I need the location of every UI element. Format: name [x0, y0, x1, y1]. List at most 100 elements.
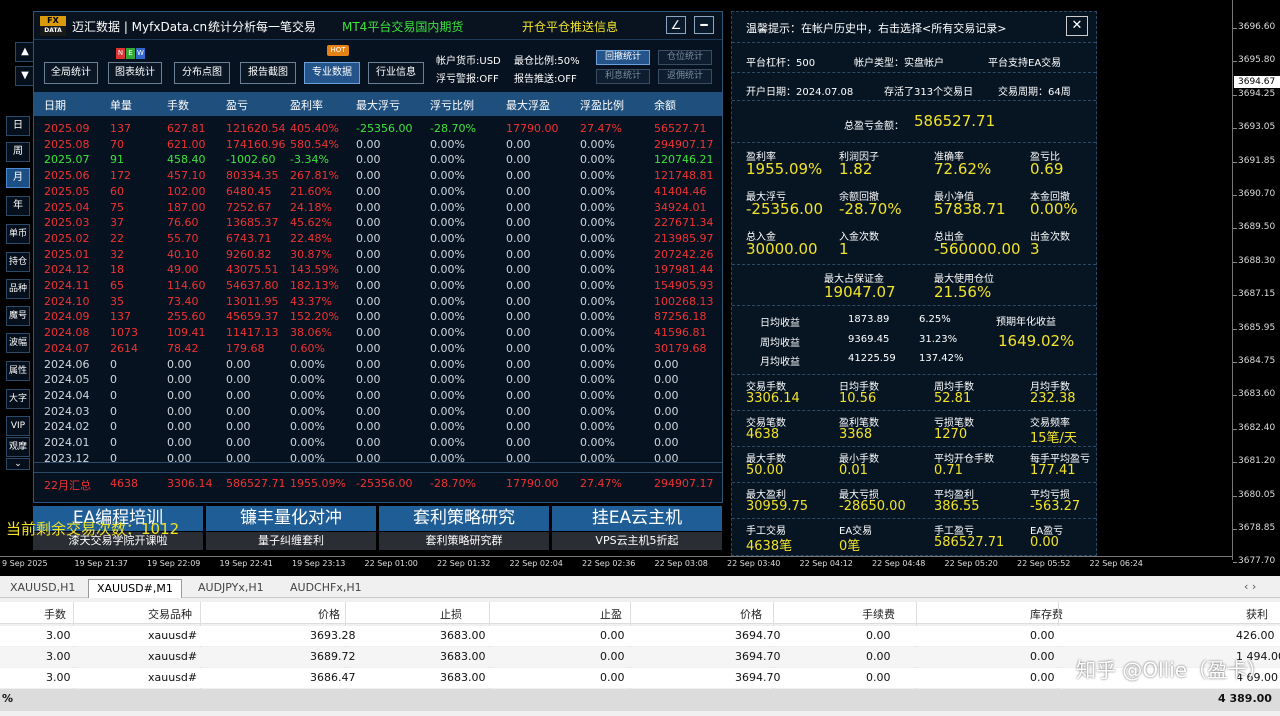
order-cell: xauusd#	[148, 629, 198, 642]
stat-value: -28.70%	[839, 200, 902, 218]
row-divider	[732, 446, 1096, 447]
float-loss-alert[interactable]: 浮亏警报:OFF	[436, 70, 499, 85]
earn-label: 月均收益	[760, 357, 800, 368]
table-cell: 17790.00	[506, 122, 559, 135]
table-cell: 2024.12	[44, 263, 90, 277]
report-push[interactable]: 报告推送:OFF	[514, 70, 577, 85]
table-total-row: 22月汇总 4638 3306.14 586527.71 1955.09% -25356.…	[34, 472, 722, 494]
tab-scroll-icons[interactable]: ‹ ›	[1244, 580, 1256, 593]
interest-stats-button[interactable]: 利息统计	[596, 69, 650, 84]
period-button-9[interactable]: 属性	[6, 361, 30, 381]
chart-tab[interactable]: AUDCHFx,H1	[282, 579, 370, 598]
chart-tab[interactable]: XAUUSD#,M1	[88, 579, 182, 598]
table-cell: 34924.01	[654, 200, 707, 214]
orders-col-header: 价格	[740, 608, 762, 621]
total-left: %	[2, 692, 14, 705]
ad-banner-title: 镰丰量化对冲	[206, 506, 376, 531]
period-button-6[interactable]: 品种	[6, 279, 30, 299]
table-cell: 0.00	[654, 436, 679, 449]
period-button-4[interactable]: 单币	[6, 224, 30, 244]
ad-banner[interactable]: 镰丰量化对冲 量子纠缠套利	[206, 506, 376, 550]
orders-total: % 4 389.00	[0, 689, 1280, 711]
scroll-up-button[interactable]: ▲	[15, 42, 35, 62]
scroll-down-button[interactable]: ▼	[15, 66, 35, 86]
edit-icon[interactable]: ∠	[666, 16, 686, 34]
price-tick-mark	[1233, 529, 1237, 530]
position-stats-button[interactable]: 仓位统计	[658, 50, 712, 65]
period-button-0[interactable]: 日	[6, 116, 30, 136]
order-row[interactable]: 3.00 xauusd# 3693.28 3683.00 0.00 3694.70 0.00…	[0, 626, 1280, 646]
table-cell: 0.00	[226, 357, 251, 371]
period-button-11[interactable]: VIP	[6, 416, 30, 436]
table-cell: 0.00%	[430, 310, 465, 324]
table-cell: 2025.04	[44, 200, 90, 214]
remaining-trades: 当前剩余交易次数：1012	[6, 520, 180, 538]
table-cell: 0.00	[356, 310, 381, 324]
price-tick-mark	[1233, 295, 1237, 297]
promo-futures-link[interactable]: MT4平台交易国内期货	[342, 18, 463, 35]
time-tick-label: 9 Sep 2025	[2, 559, 48, 568]
stat-value: 0.01	[839, 463, 868, 478]
table-cell: 0.00%	[430, 436, 465, 449]
chart-tab[interactable]: XAUUSD,H1	[2, 579, 83, 598]
table-cell: 0.00%	[430, 231, 465, 245]
time-tick-label: 19 Sep 21:37	[74, 559, 128, 568]
promo-push-link[interactable]: 开仓平仓推送信息	[522, 18, 618, 35]
table-row: 2024.06 0 0.00 0.00 0.00% 0.00 0.00% 0.00 0.00% 0…	[34, 357, 722, 373]
period-button-2[interactable]: 月	[6, 168, 30, 188]
period-button-10[interactable]: 大字	[6, 389, 30, 409]
account-currency: 帐户货币:USD	[436, 56, 501, 67]
table-cell: 54637.80	[226, 279, 279, 292]
close-icon[interactable]: ✕	[1066, 16, 1088, 36]
period-button-12[interactable]: 观摩	[6, 437, 30, 457]
minimize-icon[interactable]: ━	[694, 16, 714, 34]
rebate-stats-button[interactable]: 返佣统计	[658, 69, 712, 84]
period-button-7[interactable]: 魔号	[6, 306, 30, 326]
table-row: 2024.01 0 0.00 0.00 0.00% 0.00 0.00% 0.00 0.00% 0…	[34, 435, 722, 451]
table-cell: 0.00	[226, 420, 251, 434]
stat-value: 30959.75	[746, 499, 809, 514]
table-cell: 0.00%	[430, 357, 465, 371]
nav-report-capture[interactable]: 报告截图	[240, 62, 296, 84]
nav-distribution[interactable]: 分布点图	[174, 62, 230, 84]
price-tick-label: 3684.75	[1238, 356, 1276, 366]
table-cell: 2025.09	[44, 122, 90, 135]
period-button-1[interactable]: 周	[6, 142, 30, 162]
period-button-8[interactable]: 波幅	[6, 333, 30, 353]
table-cell: 137	[110, 310, 131, 324]
price-axis: 3696.60 3695.80 3694.25 3693.05 3691.85 3690.…	[1232, 0, 1280, 566]
time-tick-label: 19 Sep 23:13	[292, 559, 346, 568]
chart-tab[interactable]: AUDJPYx,H1	[190, 579, 272, 598]
table-cell: 0.00	[356, 294, 381, 308]
brand-name: 迈汇数据 | MyfxData.cn	[72, 20, 208, 34]
ad-banner[interactable]: 挂EA云主机 VPS云主机5折起	[552, 506, 722, 550]
earn-label: 日均收益	[760, 318, 800, 329]
period-button-3[interactable]: 年	[6, 196, 30, 216]
col-header: 最大浮盈	[506, 99, 550, 112]
period-button-5[interactable]: 持仓	[6, 252, 30, 272]
stats-titlebar: FX DATA 迈汇数据 | MyfxData.cn 统计分析每一笔交易 MT4平…	[34, 12, 722, 40]
table-cell: 0.00	[167, 357, 192, 371]
order-cell: 0.00	[866, 629, 891, 642]
table-cell: 0.00%	[580, 357, 615, 371]
stat-value: 0.69	[1030, 160, 1064, 178]
table-cell: 0.00	[654, 404, 679, 418]
order-cell: 3.00	[46, 629, 71, 642]
table-cell: 179.68	[226, 341, 265, 355]
nav-chart-stats[interactable]: 图表统计	[108, 62, 162, 84]
table-cell: 109.41	[167, 326, 206, 340]
stat-value: 0.00	[1030, 535, 1059, 550]
table-cell: 0.00%	[430, 153, 465, 167]
more-button[interactable]: ⌄	[6, 458, 30, 470]
table-row: 2025.03 37 76.60 13685.37 45.62% 0.00 0.00% 0.0…	[34, 215, 722, 231]
ad-banner[interactable]: 套利策略研究 套利策略研究群	[379, 506, 549, 550]
orders-header: 手数 交易品种 价格 止损 止盈 价格 手续费 库存费 获利	[0, 602, 1280, 624]
table-cell: 91	[110, 153, 124, 167]
nav-global-stats[interactable]: 全局统计	[44, 62, 98, 84]
price-tick-label: 3691.85	[1238, 155, 1276, 166]
table-cell: 0.00	[356, 373, 381, 387]
drawdown-stats-button[interactable]: 回撤统计	[596, 50, 650, 65]
nav-pro-data[interactable]: 专业数据	[304, 62, 360, 84]
table-cell: 100268.13	[654, 294, 714, 308]
nav-industry-info[interactable]: 行业信息	[368, 62, 424, 84]
